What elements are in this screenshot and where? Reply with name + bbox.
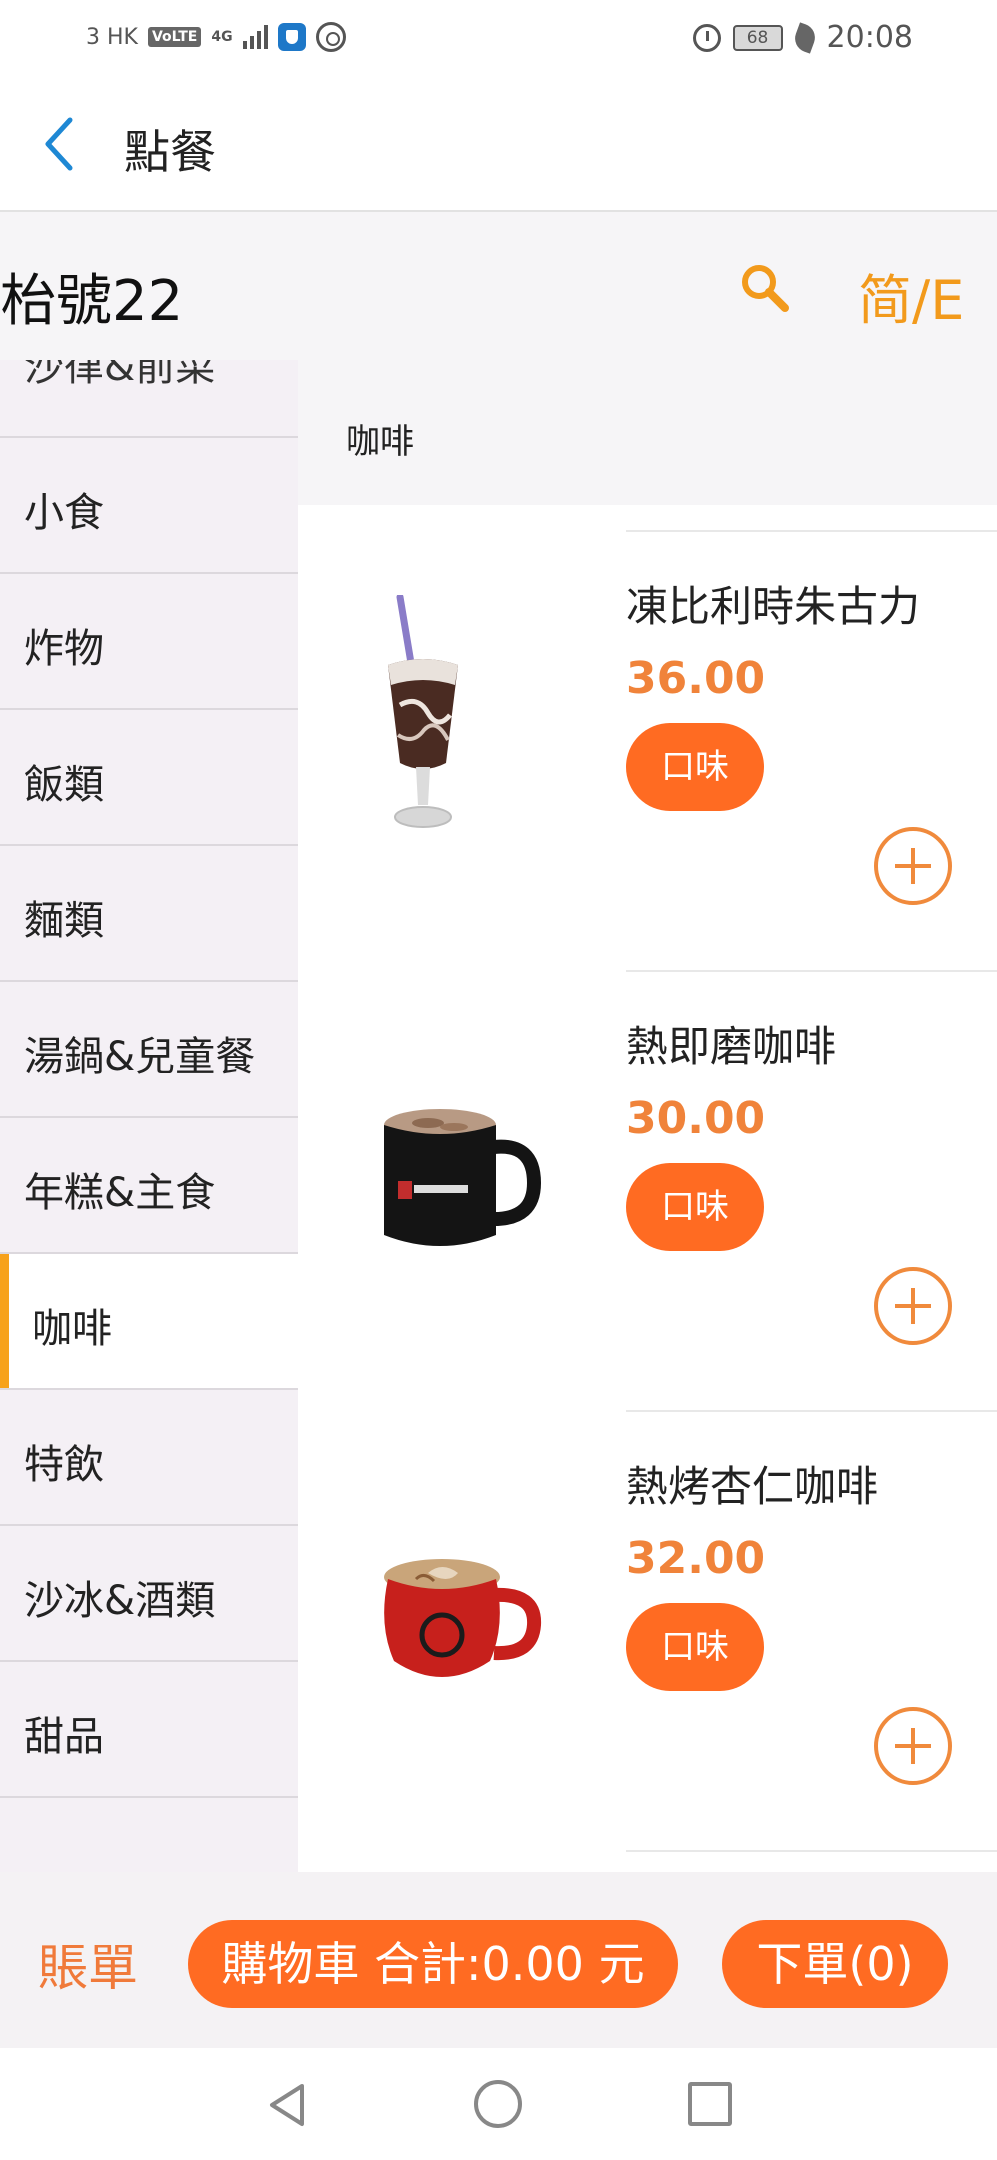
bottom-action-bar: 賬單 購物車 合計:0.00 元 下單(0) <box>0 1872 997 2048</box>
category-label: 麵類 <box>24 898 104 944</box>
category-item-smoothies-alcohol[interactable]: 沙冰&酒類 <box>0 1524 298 1660</box>
category-label: 特飲 <box>24 1442 104 1488</box>
search-button[interactable] <box>735 258 795 318</box>
category-item-snacks[interactable]: 小食 <box>0 436 298 572</box>
chevron-left-icon <box>45 117 73 171</box>
iced-chocolate-image <box>388 595 458 828</box>
cart-button[interactable]: 購物車 合計:0.00 元 <box>188 1920 678 2008</box>
signal-icon <box>242 25 268 49</box>
add-to-cart-icon[interactable] <box>874 827 952 905</box>
product-item: 熱烤杏仁咖啡 32.00 口味 <box>298 1385 997 1825</box>
alarm-icon <box>692 23 721 52</box>
product-name: 熱即磨咖啡 <box>626 1022 837 1071</box>
category-label: 飯類 <box>24 762 104 808</box>
nav-back-icon[interactable] <box>262 2080 312 2130</box>
product-name: 熱烤杏仁咖啡 <box>626 1462 879 1511</box>
category-label: 沙冰&酒類 <box>24 1578 216 1624</box>
product-name: 凍比利時朱古力 <box>626 582 921 631</box>
flavor-button[interactable]: 口味 <box>626 1163 764 1251</box>
carrier-label: 3 HK <box>86 24 138 50</box>
category-label: 小食 <box>24 490 104 536</box>
product-item: 凍比利時朱古力 36.00 口味 <box>298 505 997 945</box>
category-item-fried[interactable]: 炸物 <box>0 572 298 708</box>
product-price: 30.00 <box>626 1093 766 1144</box>
network-type: 4G <box>211 29 233 45</box>
product-divider <box>626 1410 997 1412</box>
category-label: 年糕&主食 <box>24 1170 216 1216</box>
category-item-desserts[interactable]: 甜品 <box>0 1660 298 1796</box>
add-to-cart-icon[interactable] <box>874 1707 952 1785</box>
status-right: 68 20:08 <box>692 20 913 55</box>
section-title: 咖啡 <box>346 422 414 462</box>
product-divider <box>626 530 997 532</box>
clock: 20:08 <box>826 20 913 55</box>
search-icon <box>742 265 789 312</box>
power-saving-leaf-icon <box>790 21 819 54</box>
category-sidebar[interactable]: 沙律&前菜 小食 炸物 飯類 麵類 湯鍋&兒童餐 年糕&主食 咖啡 特飲 沙冰&… <box>0 360 298 1872</box>
category-label: 湯鍋&兒童餐 <box>24 1034 256 1080</box>
category-list: 小食 炸物 飯類 麵類 湯鍋&兒童餐 年糕&主食 咖啡 特飲 沙冰&酒類 甜品 <box>0 436 298 1798</box>
product-divider <box>626 970 997 972</box>
table-number: 枱號22 <box>0 269 184 334</box>
almond-coffee-mug-image <box>384 1559 542 1677</box>
category-label: 炸物 <box>24 626 104 672</box>
nav-recents-icon[interactable] <box>688 2082 732 2126</box>
product-list[interactable]: 凍比利時朱古力 36.00 口味 熱即磨咖啡 30.00 口味 熱烤杏仁咖啡 3… <box>298 505 997 1872</box>
nav-home-icon[interactable] <box>474 2080 522 2128</box>
status-left: 3 HK VoLTE 4G <box>86 22 346 52</box>
category-item-ricecake-mains[interactable]: 年糕&主食 <box>0 1116 298 1252</box>
page-title: 點餐 <box>124 125 216 179</box>
category-item-coffee[interactable]: 咖啡 <box>0 1252 298 1388</box>
category-item-noodles[interactable]: 麵類 <box>0 844 298 980</box>
category-item-partial[interactable]: 沙律&前菜 <box>24 360 215 392</box>
category-label: 甜品 <box>24 1714 104 1760</box>
back-button[interactable] <box>40 114 90 174</box>
category-item-soup-kids[interactable]: 湯鍋&兒童餐 <box>0 980 298 1116</box>
flavor-button[interactable]: 口味 <box>626 1603 764 1691</box>
battery-icon: 68 <box>732 24 783 51</box>
bill-button[interactable]: 賬單 <box>38 1928 138 2000</box>
category-label: 咖啡 <box>32 1306 112 1352</box>
whatsapp-icon <box>315 22 346 52</box>
section-header: 咖啡 <box>298 360 997 505</box>
table-bar: 枱號22 简/E <box>0 212 997 360</box>
product-price: 36.00 <box>626 653 766 704</box>
status-bar: 3 HK VoLTE 4G 68 20:08 <box>0 0 997 78</box>
language-toggle[interactable]: 简/E <box>858 256 964 335</box>
product-item: 熱即磨咖啡 30.00 口味 <box>298 945 997 1385</box>
place-order-button[interactable]: 下單(0) <box>722 1920 948 2008</box>
system-nav-bar <box>0 2048 997 2160</box>
flavor-button[interactable]: 口味 <box>626 723 764 811</box>
app-header: 點餐 <box>0 78 997 212</box>
shield-app-icon <box>277 23 306 51</box>
product-price: 32.00 <box>626 1533 766 1584</box>
hot-coffee-mug-image <box>384 1109 542 1246</box>
category-item-rice[interactable]: 飯類 <box>0 708 298 844</box>
category-item-special-drinks[interactable]: 特飲 <box>0 1388 298 1524</box>
volte-badge: VoLTE <box>147 27 202 47</box>
product-divider <box>626 1850 997 1852</box>
category-list-divider <box>0 1796 298 1798</box>
add-to-cart-icon[interactable] <box>874 1267 952 1345</box>
